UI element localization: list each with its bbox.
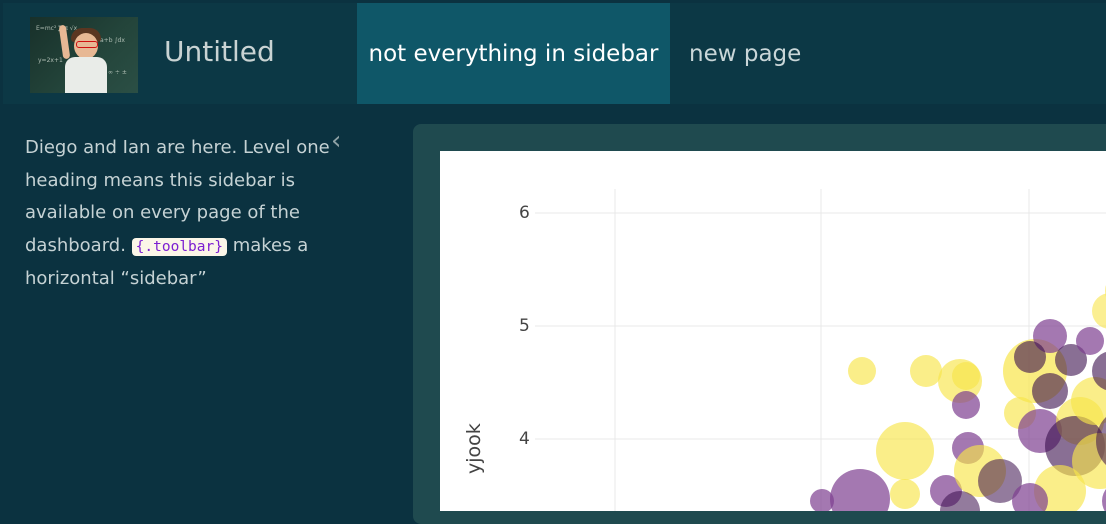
toolbar-code: {.toolbar}: [131, 237, 227, 256]
top-navbar: E=mc² ∑ π √x a+b ∫dx y=2x+1 ∞ ÷ ± Untitl…: [3, 3, 1106, 104]
y-tick-label: 4: [519, 429, 530, 449]
point: [890, 479, 920, 509]
sidebar-description: Diego and Ian are here. Level one headin…: [25, 132, 335, 296]
point: [1076, 327, 1104, 355]
point: [810, 489, 834, 513]
point: [1032, 373, 1068, 409]
point: [830, 469, 890, 524]
point: [1014, 341, 1046, 373]
point: [1092, 293, 1106, 329]
point: [952, 362, 980, 390]
tab-not-everything-in-sidebar[interactable]: not everything in sidebar: [357, 3, 670, 104]
scatter-points: [810, 284, 1106, 524]
point: [876, 422, 934, 480]
tab-new-page[interactable]: new page: [689, 3, 801, 104]
dashboard-title[interactable]: Untitled: [164, 35, 275, 68]
point: [952, 391, 980, 419]
chart-panel: [440, 151, 1106, 524]
point: [910, 355, 942, 387]
y-axis-label: yjook: [463, 423, 485, 474]
y-tick-label: 5: [519, 316, 530, 336]
logo-image: E=mc² ∑ π √x a+b ∫dx y=2x+1 ∞ ÷ ±: [30, 17, 138, 93]
y-tick-label: 6: [519, 203, 530, 223]
point: [848, 357, 876, 385]
chevron-left-icon[interactable]: ‹: [331, 128, 341, 154]
scatter-plot[interactable]: [440, 151, 1106, 524]
